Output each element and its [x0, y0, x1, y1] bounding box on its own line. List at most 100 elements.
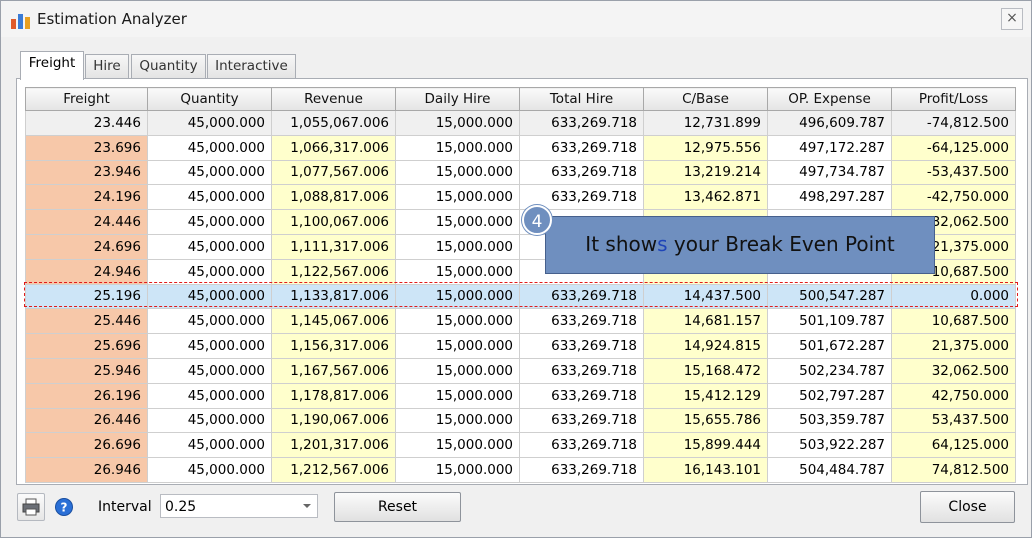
table-cell[interactable]: 14,437.500	[643, 283, 768, 310]
table-cell[interactable]: 1,212,567.006	[271, 457, 396, 483]
table-cell[interactable]: 1,190,067.006	[271, 407, 396, 434]
table-cell[interactable]: 15,899.444	[643, 432, 768, 459]
table-cell[interactable]: 633,269.718	[519, 159, 644, 186]
table-cell[interactable]: 25.696	[25, 333, 148, 359]
table-cell[interactable]: 633,269.718	[519, 382, 644, 409]
column-header-revenue[interactable]: Revenue	[271, 87, 396, 111]
column-header-quantity[interactable]: Quantity	[147, 87, 272, 111]
table-cell[interactable]: 15,000.000	[395, 184, 520, 211]
table-cell[interactable]: -53,437.500	[891, 159, 1016, 186]
table-row[interactable]: 25.946 45,000.000 1,167,567.006 15,000.000 6…	[25, 357, 1016, 384]
table-cell[interactable]: 45,000.000	[147, 308, 272, 335]
table-cell[interactable]: 26.696	[25, 432, 148, 459]
table-cell[interactable]: 502,797.287	[767, 382, 892, 409]
table-cell[interactable]: 45,000.000	[147, 233, 272, 260]
table-cell[interactable]: 1,122,567.006	[271, 258, 396, 285]
table-cell[interactable]: 15,655.786	[643, 407, 768, 434]
table-cell[interactable]: 64,125.000	[891, 432, 1016, 459]
table-cell[interactable]: 633,269.718	[519, 357, 644, 384]
table-cell[interactable]: 12,731.899	[643, 110, 768, 136]
table-cell[interactable]: 45,000.000	[147, 258, 272, 285]
table-cell[interactable]: 15,000.000	[395, 134, 520, 161]
table-cell[interactable]: 633,269.718	[519, 308, 644, 335]
table-cell[interactable]: 24.196	[25, 184, 148, 211]
table-cell[interactable]: 45,000.000	[147, 432, 272, 459]
table-cell[interactable]: 45,000.000	[147, 457, 272, 483]
table-cell[interactable]: 45,000.000	[147, 184, 272, 211]
table-row[interactable]: 23.696 45,000.000 1,066,317.006 15,000.000 6…	[25, 134, 1016, 161]
table-cell[interactable]: -64,125.000	[891, 134, 1016, 161]
table-cell[interactable]: 15,000.000	[395, 233, 520, 260]
chevron-down-icon[interactable]	[303, 504, 311, 508]
table-cell[interactable]: 13,219.214	[643, 159, 768, 186]
table-cell[interactable]: 503,359.787	[767, 407, 892, 434]
table-cell[interactable]: 24.696	[25, 233, 148, 260]
table-cell[interactable]: 15,000.000	[395, 432, 520, 459]
data-grid[interactable]: Freight Quantity Revenue Daily Hire Tota…	[25, 87, 1016, 483]
table-cell[interactable]: 633,269.718	[519, 333, 644, 359]
table-cell[interactable]: 23.946	[25, 159, 148, 186]
table-row[interactable]: 26.196 45,000.000 1,178,817.006 15,000.000 6…	[25, 382, 1016, 409]
table-cell[interactable]: 25.446	[25, 308, 148, 335]
table-cell[interactable]: -74,812.500	[891, 110, 1016, 136]
table-cell[interactable]: 53,437.500	[891, 407, 1016, 434]
table-row[interactable]: 25.446 45,000.000 1,145,067.006 15,000.000 6…	[25, 308, 1016, 335]
table-cell[interactable]: 1,145,067.006	[271, 308, 396, 335]
table-cell[interactable]: 24.946	[25, 258, 148, 285]
table-cell[interactable]: 24.446	[25, 209, 148, 235]
table-cell[interactable]: 15,168.472	[643, 357, 768, 384]
table-cell[interactable]: 26.446	[25, 407, 148, 434]
table-cell[interactable]: 15,000.000	[395, 457, 520, 483]
column-header-op-expense[interactable]: OP. Expense	[767, 87, 892, 111]
table-cell[interactable]: 45,000.000	[147, 134, 272, 161]
table-cell[interactable]: 45,000.000	[147, 159, 272, 186]
table-cell[interactable]: 633,269.718	[519, 457, 644, 483]
tab-quantity[interactable]: Quantity	[131, 54, 206, 79]
table-cell[interactable]: 45,000.000	[147, 357, 272, 384]
table-cell[interactable]: 1,088,817.006	[271, 184, 396, 211]
table-cell[interactable]: 14,681.157	[643, 308, 768, 335]
table-cell[interactable]: 25.946	[25, 357, 148, 384]
column-header-c-base[interactable]: C/Base	[643, 87, 768, 111]
table-cell[interactable]: 45,000.000	[147, 382, 272, 409]
table-cell[interactable]: 15,000.000	[395, 308, 520, 335]
tab-interactive[interactable]: Interactive	[207, 54, 296, 79]
tab-freight[interactable]: Freight	[20, 51, 84, 80]
table-cell[interactable]: 15,000.000	[395, 382, 520, 409]
table-cell[interactable]: 45,000.000	[147, 333, 272, 359]
table-cell[interactable]: 496,609.787	[767, 110, 892, 136]
table-cell[interactable]: 503,922.287	[767, 432, 892, 459]
table-cell[interactable]: 15,000.000	[395, 110, 520, 136]
table-cell[interactable]: 502,234.787	[767, 357, 892, 384]
table-cell[interactable]: 10,687.500	[891, 308, 1016, 335]
close-button[interactable]: Close	[920, 491, 1015, 523]
table-cell[interactable]: 15,000.000	[395, 333, 520, 359]
table-cell[interactable]: 1,066,317.006	[271, 134, 396, 161]
table-cell[interactable]: 633,269.718	[519, 134, 644, 161]
table-cell[interactable]: 32,062.500	[891, 357, 1016, 384]
table-cell[interactable]: 26.946	[25, 457, 148, 483]
table-cell[interactable]: 501,109.787	[767, 308, 892, 335]
column-header-profit-loss[interactable]: Profit/Loss	[891, 87, 1016, 111]
table-cell[interactable]: 15,412.129	[643, 382, 768, 409]
table-cell[interactable]: 501,672.287	[767, 333, 892, 359]
table-cell[interactable]: 42,750.000	[891, 382, 1016, 409]
table-row[interactable]: 26.946 45,000.000 1,212,567.006 15,000.000 6…	[25, 457, 1016, 483]
table-cell[interactable]: 23.446	[25, 110, 148, 136]
table-row[interactable]: 23.446 45,000.000 1,055,067.006 15,000.000 6…	[25, 110, 1016, 136]
table-cell[interactable]: 15,000.000	[395, 357, 520, 384]
table-row[interactable]: 26.696 45,000.000 1,201,317.006 15,000.000 6…	[25, 432, 1016, 459]
table-cell[interactable]: 14,924.815	[643, 333, 768, 359]
table-cell[interactable]: 0.000	[891, 283, 1016, 310]
table-cell[interactable]: 1,055,067.006	[271, 110, 396, 136]
table-cell[interactable]: 633,269.718	[519, 407, 644, 434]
table-row[interactable]: 24.196 45,000.000 1,088,817.006 15,000.000 6…	[25, 184, 1016, 211]
reset-button[interactable]: Reset	[334, 492, 461, 522]
table-cell[interactable]: 45,000.000	[147, 209, 272, 235]
table-cell[interactable]: 15,000.000	[395, 407, 520, 434]
table-cell[interactable]: 45,000.000	[147, 283, 272, 310]
table-cell[interactable]: 25.196	[25, 283, 148, 310]
table-cell[interactable]: 23.696	[25, 134, 148, 161]
tab-hire[interactable]: Hire	[85, 54, 129, 79]
table-row[interactable]: 26.446 45,000.000 1,190,067.006 15,000.000 6…	[25, 407, 1016, 434]
